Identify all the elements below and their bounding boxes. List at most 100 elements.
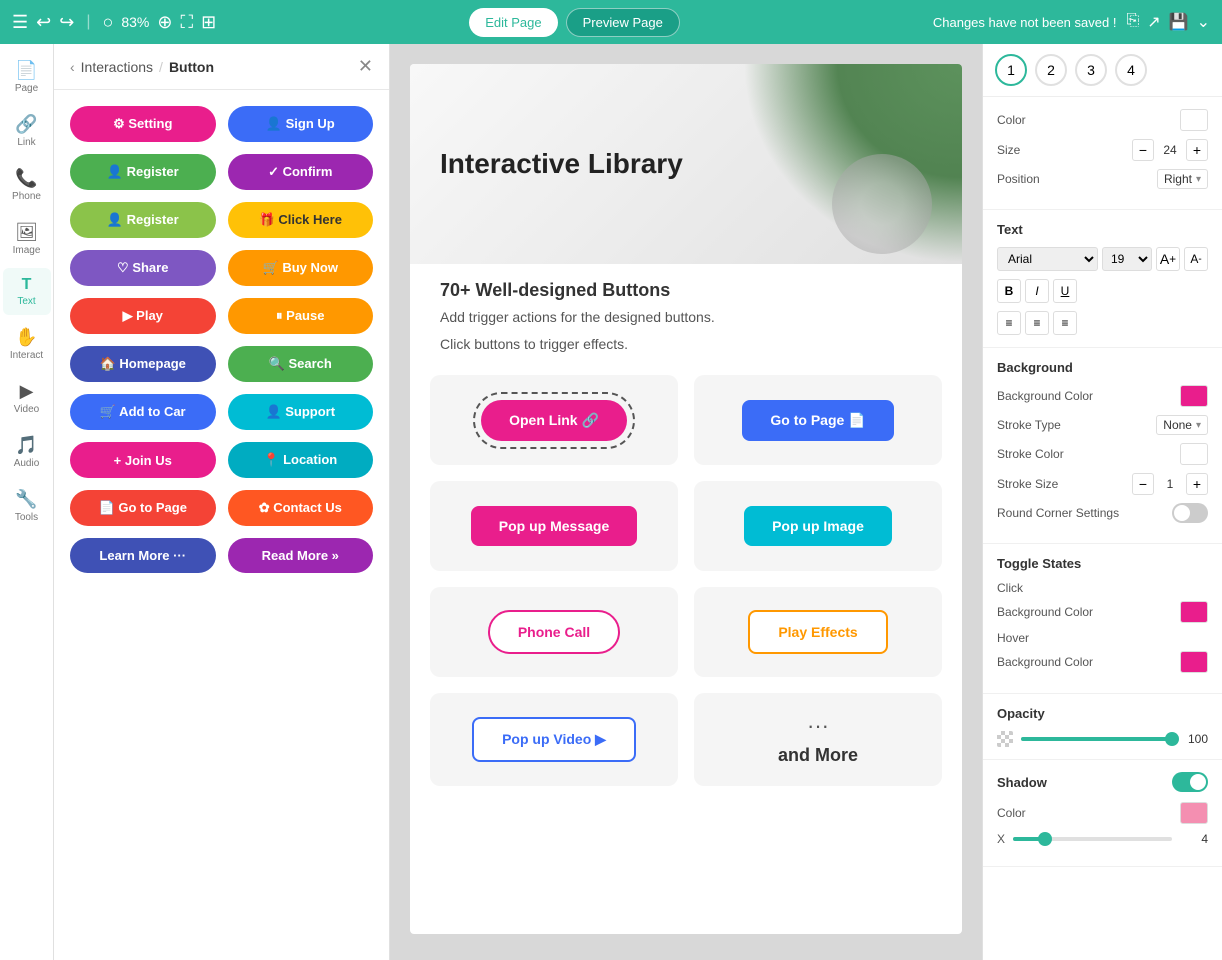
align-center-button[interactable]: ≡ [1025,311,1049,335]
grid-icon[interactable]: ⊞ [201,12,216,33]
color-swatch[interactable] [1180,109,1208,131]
bg-color-swatch[interactable] [1180,385,1208,407]
fullscreen-icon[interactable]: ⛶ [180,12,193,33]
button-support[interactable]: 👤 Support [228,394,374,430]
size-decrease[interactable]: − [1132,139,1154,161]
position-select[interactable]: Right ▾ [1157,169,1208,189]
plus-zoom-icon[interactable]: ⊕ [157,12,172,33]
button-confirm[interactable]: ✓ Confirm [228,154,374,190]
align-right-button[interactable]: ≡ [1053,311,1077,335]
btn-play-effects[interactable]: Play Effects [748,610,887,654]
background-section-label: Background [997,360,1208,375]
more-icon[interactable]: ⌄ [1197,12,1210,32]
shadow-toggle[interactable] [1172,772,1208,792]
redo-icon[interactable]: ↪ [59,12,74,33]
align-left-button[interactable]: ≡ [997,311,1021,335]
sidebar-item-page[interactable]: 📄 Page [3,52,51,102]
sidebar-item-text[interactable]: T Text [3,268,51,315]
button-learn-more[interactable]: Learn More ··· [70,538,216,573]
sidebar-item-interact[interactable]: ✋ Interact [3,319,51,369]
position-row: Position Right ▾ [997,169,1208,189]
avatar-row: 1 2 3 4 [983,44,1222,97]
breadcrumb-back[interactable]: Interactions [81,59,153,75]
opacity-slider-track[interactable] [1021,737,1172,741]
button-register-1[interactable]: 👤 Register [70,154,216,190]
stroke-increase[interactable]: + [1186,473,1208,495]
and-more: ··· and More [778,713,858,766]
sidebar-item-tools[interactable]: 🔧 Tools [3,481,51,531]
sidebar-item-phone[interactable]: 📞 Phone [3,160,51,210]
font-shrink-btn[interactable]: A- [1184,247,1208,271]
button-add-to-car[interactable]: 🛒 Add to Car [70,394,216,430]
btn-phone-call[interactable]: Phone Call [488,610,620,654]
close-icon[interactable]: ✕ [358,56,373,77]
button-search[interactable]: 🔍 Search [228,346,374,382]
button-play[interactable]: ▶ Play [70,298,216,334]
btn-popup-msg[interactable]: Pop up Message [471,506,637,546]
save-icon[interactable]: 💾 [1169,12,1189,32]
underline-button[interactable]: U [1053,279,1077,303]
button-register-2[interactable]: 👤 Register [70,202,216,238]
btn-goto-page[interactable]: Go to Page 📄 [742,400,893,441]
button-buy-now[interactable]: 🛒 Buy Now [228,250,374,286]
round-corner-toggle[interactable] [1172,503,1208,523]
sidebar-item-video[interactable]: ▶ Video [3,373,51,423]
button-setting[interactable]: ⚙ Setting [70,106,216,142]
button-location[interactable]: 📍 Location [228,442,374,478]
shadow-x-slider[interactable] [1013,837,1172,841]
canvas-header: Interactive Library [410,64,962,264]
avatar-3[interactable]: 3 [1075,54,1107,86]
back-arrow-icon[interactable]: ‹ [70,59,75,75]
sidebar-item-audio[interactable]: 🎵 Audio [3,427,51,477]
sidebar-item-link[interactable]: 🔗 Link [3,106,51,156]
avatar-1[interactable]: 1 [995,54,1027,86]
btn-popup-img[interactable]: Pop up Image [744,506,892,546]
minus-icon[interactable]: ○ [102,12,113,33]
avatar-2[interactable]: 2 [1035,54,1067,86]
stroke-color-swatch[interactable] [1180,443,1208,465]
shadow-color-row: Color [997,802,1208,824]
hamburger-icon[interactable]: ☰ [12,12,28,33]
font-size-select[interactable]: 19 [1102,247,1152,271]
share-icon[interactable]: ⎘ [1126,12,1139,32]
font-grow-btn[interactable]: A+ [1156,247,1180,271]
shadow-color-swatch[interactable] [1180,802,1208,824]
button-pause[interactable]: ⏸ Pause [228,298,374,334]
font-select[interactable]: Arial [997,247,1098,271]
btn-popup-video[interactable]: Pop up Video ▶ [472,717,636,762]
button-go-to-page[interactable]: 📄 Go to Page [70,490,216,526]
preview-page-button[interactable]: Preview Page [566,8,680,37]
size-row: Size − 24 + [997,139,1208,161]
button-join-us[interactable]: + Join Us [70,442,216,478]
button-click-here[interactable]: 🎁 Click Here [228,202,374,238]
and-more-text: and More [778,745,858,766]
button-share[interactable]: ♡ Share [70,250,216,286]
sidebar-item-interact-label: Interact [10,350,43,361]
size-value: 24 [1158,143,1182,157]
button-homepage[interactable]: 🏠 Homepage [70,346,216,382]
bg-color-hover-swatch[interactable] [1180,651,1208,673]
shadow-x-thumb[interactable] [1038,832,1052,846]
size-increase[interactable]: + [1186,139,1208,161]
bg-color-click-swatch[interactable] [1180,601,1208,623]
topbar-actions: ⎘ ↗ 💾 ⌄ [1126,12,1210,32]
button-read-more[interactable]: Read More » [228,538,374,573]
shadow-label: Shadow [997,775,1047,790]
opacity-slider-thumb[interactable] [1165,732,1179,746]
sidebar-item-image[interactable]: 🖼 Image [3,214,51,264]
btn-open-link[interactable]: Open Link 🔗 [481,400,627,441]
avatar-4[interactable]: 4 [1115,54,1147,86]
undo-icon[interactable]: ↩ [36,12,51,33]
zoom-level[interactable]: 83% [121,14,149,30]
italic-button[interactable]: I [1025,279,1049,303]
round-corner-row: Round Corner Settings [997,503,1208,523]
button-signup[interactable]: 👤 Sign Up [228,106,374,142]
format-row: B I U [997,279,1208,303]
hover-label: Hover [997,631,1208,645]
edit-page-button[interactable]: Edit Page [469,8,557,37]
export-icon[interactable]: ↗ [1147,12,1160,32]
stroke-type-select[interactable]: None ▾ [1156,415,1208,435]
button-contact-us[interactable]: ✿ Contact Us [228,490,374,526]
bold-button[interactable]: B [997,279,1021,303]
stroke-decrease[interactable]: − [1132,473,1154,495]
